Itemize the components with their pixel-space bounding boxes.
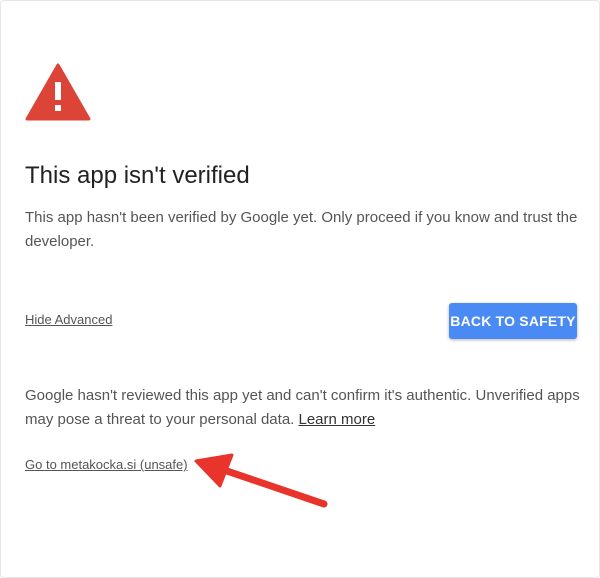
learn-more-link[interactable]: Learn more	[299, 411, 376, 428]
dialog-title: This app isn't verified	[25, 162, 250, 189]
advanced-warning-text: Google hasn't reviewed this app yet and …	[25, 384, 585, 432]
dialog-body-text: This app hasn't been verified by Google …	[25, 209, 578, 250]
back-to-safety-button[interactable]: BACK TO SAFETY	[449, 303, 577, 339]
hide-advanced-link[interactable]: Hide Advanced	[25, 312, 112, 327]
go-to-site-unsafe-link[interactable]: Go to metakocka.si (unsafe)	[25, 457, 188, 472]
warning-triangle-icon	[25, 63, 91, 121]
red-arrow-icon	[190, 448, 340, 523]
